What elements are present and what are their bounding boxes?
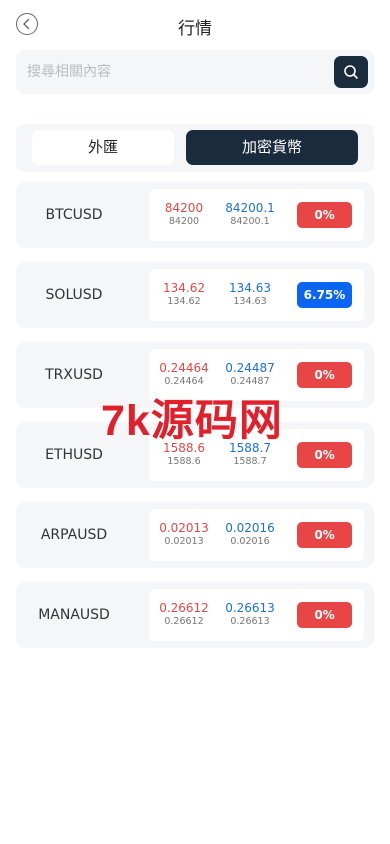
ask-sub-value: 84200.1 — [230, 216, 270, 227]
ask-price: 0.26613 0.26613 — [215, 601, 285, 628]
bid-sub-value: 0.24464 — [164, 376, 204, 387]
quote-row[interactable]: TRXUSD 0.24464 0.24464 0.24487 0.24487 0… — [16, 342, 374, 408]
ask-value: 0.26613 — [225, 601, 275, 615]
bid-price: 84200 84200 — [149, 201, 219, 228]
quote-row[interactable]: BTCUSD 84200 84200 84200.1 84200.1 0% — [16, 182, 374, 248]
ask-price: 1588.7 1588.7 — [215, 441, 285, 468]
change-badge: 0% — [297, 522, 352, 548]
bid-price: 0.02013 0.02013 — [149, 521, 219, 548]
bid-value: 1588.6 — [163, 441, 205, 455]
search-button[interactable] — [334, 56, 368, 88]
quote-row[interactable]: ARPAUSD 0.02013 0.02013 0.02016 0.02016 … — [16, 502, 374, 568]
ask-value: 0.24487 — [225, 361, 275, 375]
ask-sub-value: 0.24487 — [230, 376, 270, 387]
ask-price: 84200.1 84200.1 — [215, 201, 285, 228]
ask-value: 0.02016 — [225, 521, 275, 535]
ask-sub-value: 1588.7 — [233, 456, 267, 467]
search-bar — [16, 50, 374, 94]
change-badge: 0% — [297, 602, 352, 628]
quote-prices: 0.02013 0.02013 0.02016 0.02016 0% — [149, 509, 364, 561]
bid-sub-value: 1588.6 — [167, 456, 201, 467]
quote-prices: 134.62 134.62 134.63 134.63 6.75% — [149, 269, 364, 321]
bid-sub-value: 0.02013 — [164, 536, 204, 547]
ask-value: 1588.7 — [229, 441, 271, 455]
quote-row[interactable]: ETHUSD 1588.6 1588.6 1588.7 1588.7 0% — [16, 422, 374, 488]
bid-value: 0.24464 — [159, 361, 209, 375]
tab-crypto[interactable]: 加密貨幣 — [186, 130, 358, 165]
search-input[interactable] — [27, 62, 327, 82]
ask-price: 0.02016 0.02016 — [215, 521, 285, 548]
bid-sub-value: 134.62 — [167, 296, 201, 307]
ask-value: 84200.1 — [225, 201, 275, 215]
bid-price: 134.62 134.62 — [149, 281, 219, 308]
quote-prices: 0.26612 0.26612 0.26613 0.26613 0% — [149, 589, 364, 641]
bid-value: 134.62 — [163, 281, 205, 295]
bid-value: 0.02013 — [159, 521, 209, 535]
ask-value: 134.63 — [229, 281, 271, 295]
quote-prices: 1588.6 1588.6 1588.7 1588.7 0% — [149, 429, 364, 481]
ask-sub-value: 0.26613 — [230, 616, 270, 627]
change-badge: 0% — [297, 362, 352, 388]
ask-sub-value: 0.02016 — [230, 536, 270, 547]
bid-price: 0.24464 0.24464 — [149, 361, 219, 388]
search-icon — [344, 65, 358, 79]
page-title: 行情 — [178, 19, 212, 39]
quote-prices: 84200 84200 84200.1 84200.1 0% — [149, 189, 364, 241]
ask-price: 0.24487 0.24487 — [215, 361, 285, 388]
bid-value: 0.26612 — [159, 601, 209, 615]
quote-symbol: MANAUSD — [38, 607, 110, 623]
header-bar: 行情 — [0, 0, 390, 50]
quote-row[interactable]: SOLUSD 134.62 134.62 134.63 134.63 6.75% — [16, 262, 374, 328]
bid-sub-value: 0.26612 — [164, 616, 204, 627]
ask-price: 134.63 134.63 — [215, 281, 285, 308]
quote-symbol: TRXUSD — [45, 367, 103, 383]
bid-price: 1588.6 1588.6 — [149, 441, 219, 468]
quote-prices: 0.24464 0.24464 0.24487 0.24487 0% — [149, 349, 364, 401]
bid-value: 84200 — [164, 201, 204, 215]
change-badge: 0% — [297, 442, 352, 468]
quote-symbol: SOLUSD — [45, 287, 103, 303]
quote-row[interactable]: MANAUSD 0.26612 0.26612 0.26613 0.26613 … — [16, 582, 374, 648]
market-tabs: 外匯 加密貨幣 — [16, 124, 374, 172]
quote-symbol: ARPAUSD — [40, 527, 108, 543]
ask-sub-value: 134.63 — [233, 296, 267, 307]
change-badge: 0% — [297, 202, 352, 228]
tab-forex[interactable]: 外匯 — [32, 130, 174, 165]
quote-symbol: ETHUSD — [45, 447, 103, 463]
change-badge: 6.75% — [297, 282, 352, 308]
quote-symbol: BTCUSD — [45, 207, 103, 223]
bid-price: 0.26612 0.26612 — [149, 601, 219, 628]
bid-sub-value: 84200 — [168, 216, 200, 227]
